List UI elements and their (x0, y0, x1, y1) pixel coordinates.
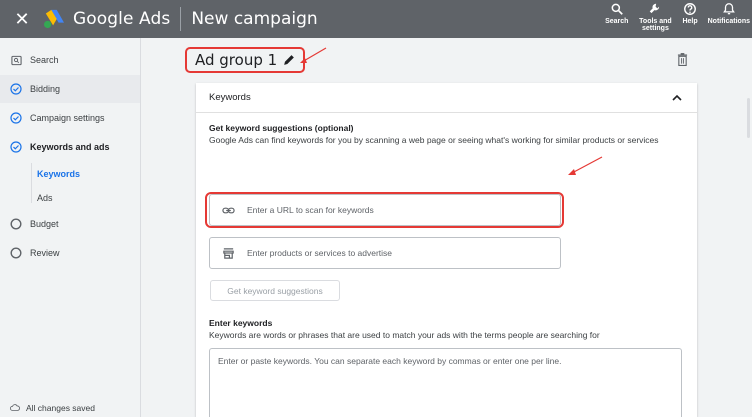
ad-group-title[interactable]: Ad group 1 (185, 47, 306, 73)
sidebar-item-label: Bidding (30, 84, 61, 94)
sidebar: Search Bidding Campaign settings Keyword… (0, 38, 140, 417)
keywords-card: Keywords Get keyword suggestions (option… (196, 83, 697, 417)
sidebar-item-keywords-and-ads[interactable]: Keywords and ads (0, 133, 140, 161)
annotation-arrow (300, 47, 327, 63)
store-icon (223, 247, 234, 259)
sidebar-item-label: Campaign settings (30, 113, 105, 123)
url-input[interactable]: Enter a URL to scan for keywords (209, 194, 561, 226)
link-icon (222, 207, 235, 213)
enter-keywords-title: Enter keywords (209, 318, 273, 328)
tools-and-settings-label: Tools and settings (639, 18, 672, 32)
notifications-label: Notifications (707, 18, 750, 25)
google-ads-logo-icon (44, 9, 64, 29)
url-input-placeholder: Enter a URL to scan for keywords (247, 205, 374, 215)
pencil-icon[interactable] (283, 54, 295, 66)
topbar-divider (180, 7, 182, 31)
sidebar-subitem-ads[interactable]: Ads (37, 193, 53, 203)
cloud-check-icon (10, 404, 20, 411)
suggestions-title: Get keyword suggestions (optional) (209, 123, 354, 133)
help-button[interactable]: Help (682, 2, 698, 25)
scrollbar-thumb[interactable] (747, 98, 750, 138)
sidebar-item-label: Review (30, 248, 60, 258)
products-input[interactable]: Enter products or services to advertise (209, 237, 561, 269)
sidebar-item-bidding[interactable]: Bidding (0, 75, 140, 103)
save-status-text: All changes saved (26, 403, 95, 413)
sidebar-subitem-keywords[interactable]: Keywords (37, 169, 80, 179)
topbar-actions: Search Tools and settings Help Notificat… (595, 2, 750, 32)
check-circle-icon (10, 141, 22, 153)
empty-circle-icon (10, 218, 22, 230)
sidebar-item-campaign-settings[interactable]: Campaign settings (0, 104, 140, 132)
help-label: Help (682, 18, 698, 25)
annotation-arrow (568, 156, 603, 175)
empty-circle-icon (10, 247, 22, 259)
search-button-label: Search (605, 18, 629, 25)
keywords-card-header[interactable]: Keywords (196, 83, 697, 113)
sidebar-sub-divider (31, 163, 32, 203)
search-icon (611, 3, 623, 15)
sidebar-item-label: Keywords and ads (30, 142, 110, 152)
check-circle-icon (10, 112, 22, 124)
enter-keywords-description: Keywords are words or phrases that are u… (209, 330, 600, 340)
sidebar-item-label: Budget (30, 219, 59, 229)
search-button[interactable]: Search (605, 2, 628, 25)
trash-icon[interactable] (677, 53, 688, 66)
products-input-placeholder: Enter products or services to advertise (247, 248, 393, 258)
keywords-card-title: Keywords (209, 92, 251, 103)
keywords-textarea[interactable]: Enter or paste keywords. You can separat… (209, 348, 682, 417)
check-circle-icon (10, 83, 22, 95)
save-status: All changes saved (10, 403, 95, 413)
sidebar-item-review[interactable]: Review (0, 239, 140, 267)
close-icon[interactable]: ✕ (12, 10, 32, 28)
main-content: Ad group 1 Keywords Get keyword suggesti… (140, 38, 752, 417)
sidebar-item-label: Search (30, 55, 59, 65)
get-keyword-suggestions-button[interactable]: Get keyword suggestions (210, 280, 340, 301)
notifications-button[interactable]: Notifications (708, 2, 750, 25)
sidebar-item-search[interactable]: Search (0, 46, 140, 74)
help-icon (684, 3, 696, 15)
bell-icon (722, 3, 735, 15)
wrench-icon (650, 3, 660, 14)
tools-and-settings-button[interactable]: Tools and settings (638, 2, 672, 32)
sidebar-item-budget[interactable]: Budget (0, 210, 140, 238)
top-app-bar: ✕ Google Ads New campaign Search Tools a… (0, 0, 752, 38)
chevron-up-icon[interactable] (671, 92, 683, 104)
ad-group-name: Ad group 1 (195, 51, 278, 69)
suggestions-description: Google Ads can find keywords for you by … (209, 135, 659, 145)
campaign-type-icon (10, 54, 22, 66)
brand-name: Google Ads (73, 9, 171, 29)
page-title: New campaign (191, 9, 318, 29)
